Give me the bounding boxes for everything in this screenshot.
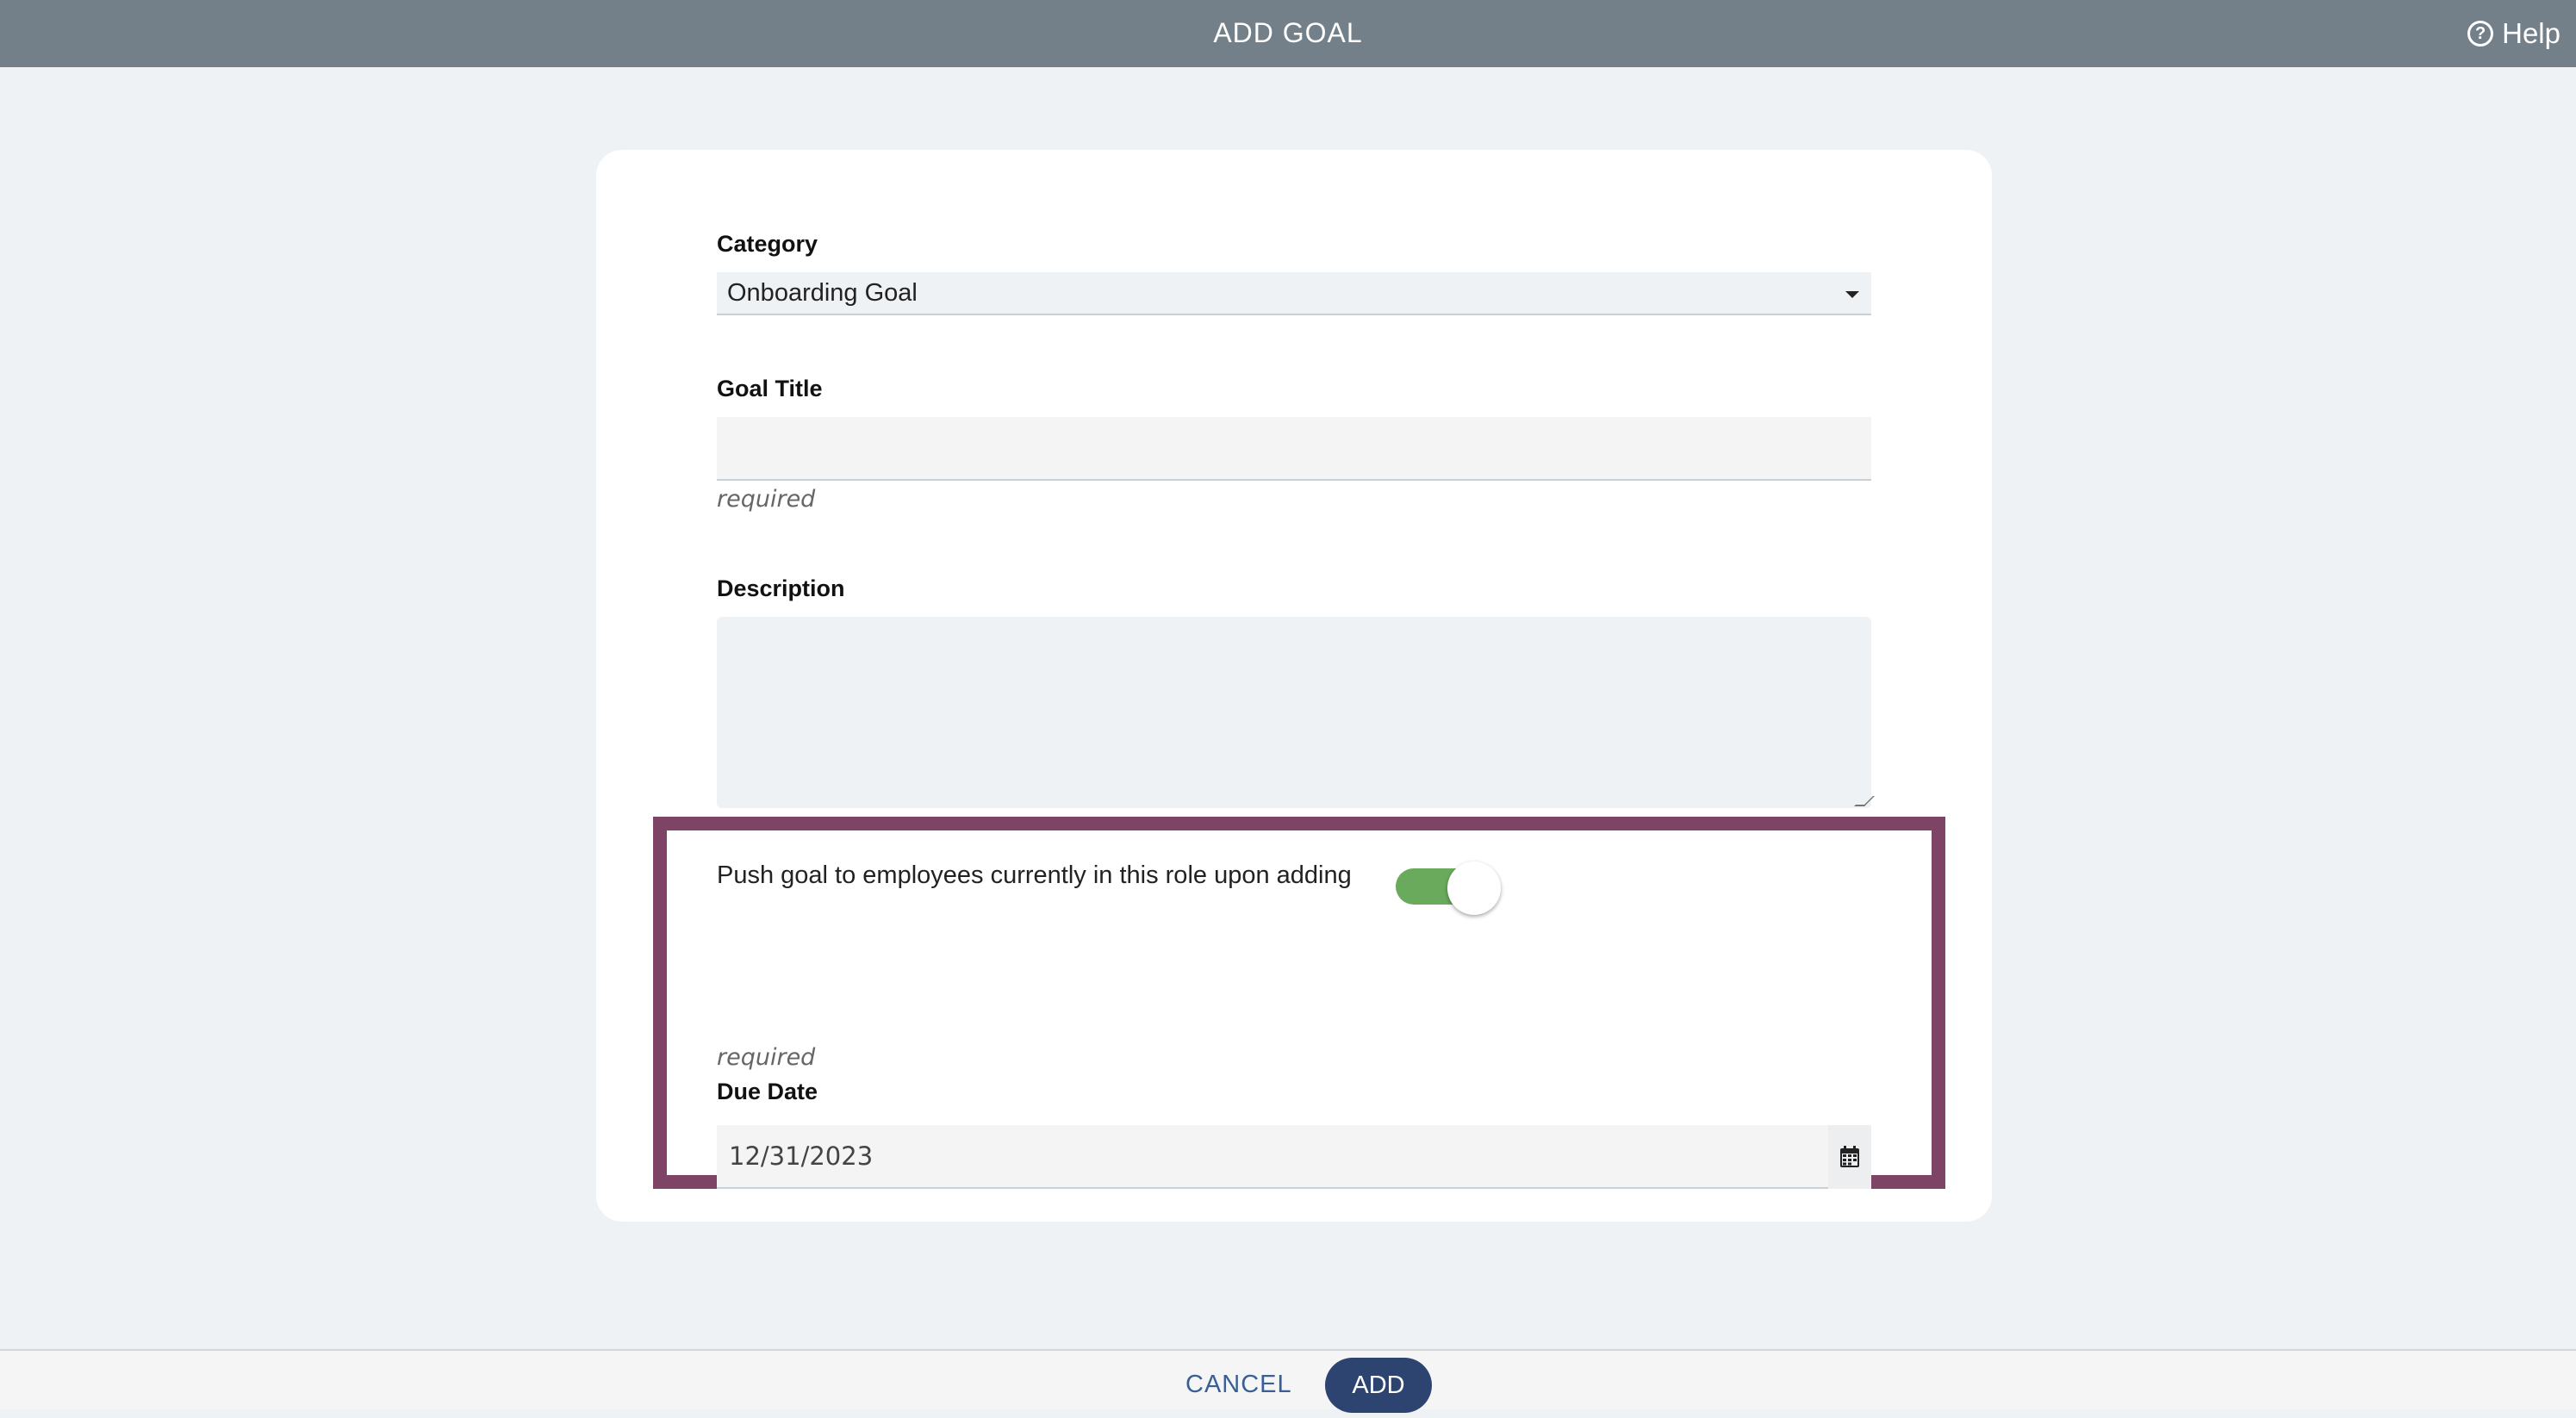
category-label: Category: [717, 231, 818, 257]
chevron-down-icon: [1845, 291, 1859, 298]
top-bar: ADD GOAL ? Help: [0, 0, 2576, 67]
goal-title-label: Goal Title: [717, 376, 823, 401]
add-button[interactable]: ADD: [1325, 1358, 1432, 1413]
description-textarea[interactable]: [717, 617, 1871, 808]
due-date-input[interactable]: [717, 1125, 1828, 1189]
goal-title-required-hint: required: [717, 486, 816, 513]
cancel-button[interactable]: CANCEL: [1185, 1351, 1292, 1411]
calendar-icon: [1840, 1146, 1859, 1167]
category-select[interactable]: Onboarding Goal: [717, 272, 1871, 315]
category-selected-value: Onboarding Goal: [727, 279, 918, 307]
description-label: Description: [717, 575, 845, 601]
push-goal-label: Push goal to employees currently in this…: [717, 861, 1352, 889]
due-date-label: Due Date: [717, 1079, 818, 1104]
due-date-required-hint: required: [717, 1044, 816, 1071]
goal-form-card: Category Onboarding Goal Goal Title requ…: [596, 150, 1992, 1222]
toggle-knob: [1447, 861, 1501, 915]
push-goal-toggle[interactable]: [1396, 861, 1501, 915]
calendar-button[interactable]: [1828, 1125, 1871, 1189]
help-label: Help: [2502, 17, 2560, 49]
question-circle-icon: ?: [2467, 21, 2494, 47]
goal-title-input[interactable]: [717, 417, 1871, 481]
page-title: ADD GOAL: [1213, 17, 1363, 48]
help-link[interactable]: ? Help: [2467, 0, 2560, 67]
